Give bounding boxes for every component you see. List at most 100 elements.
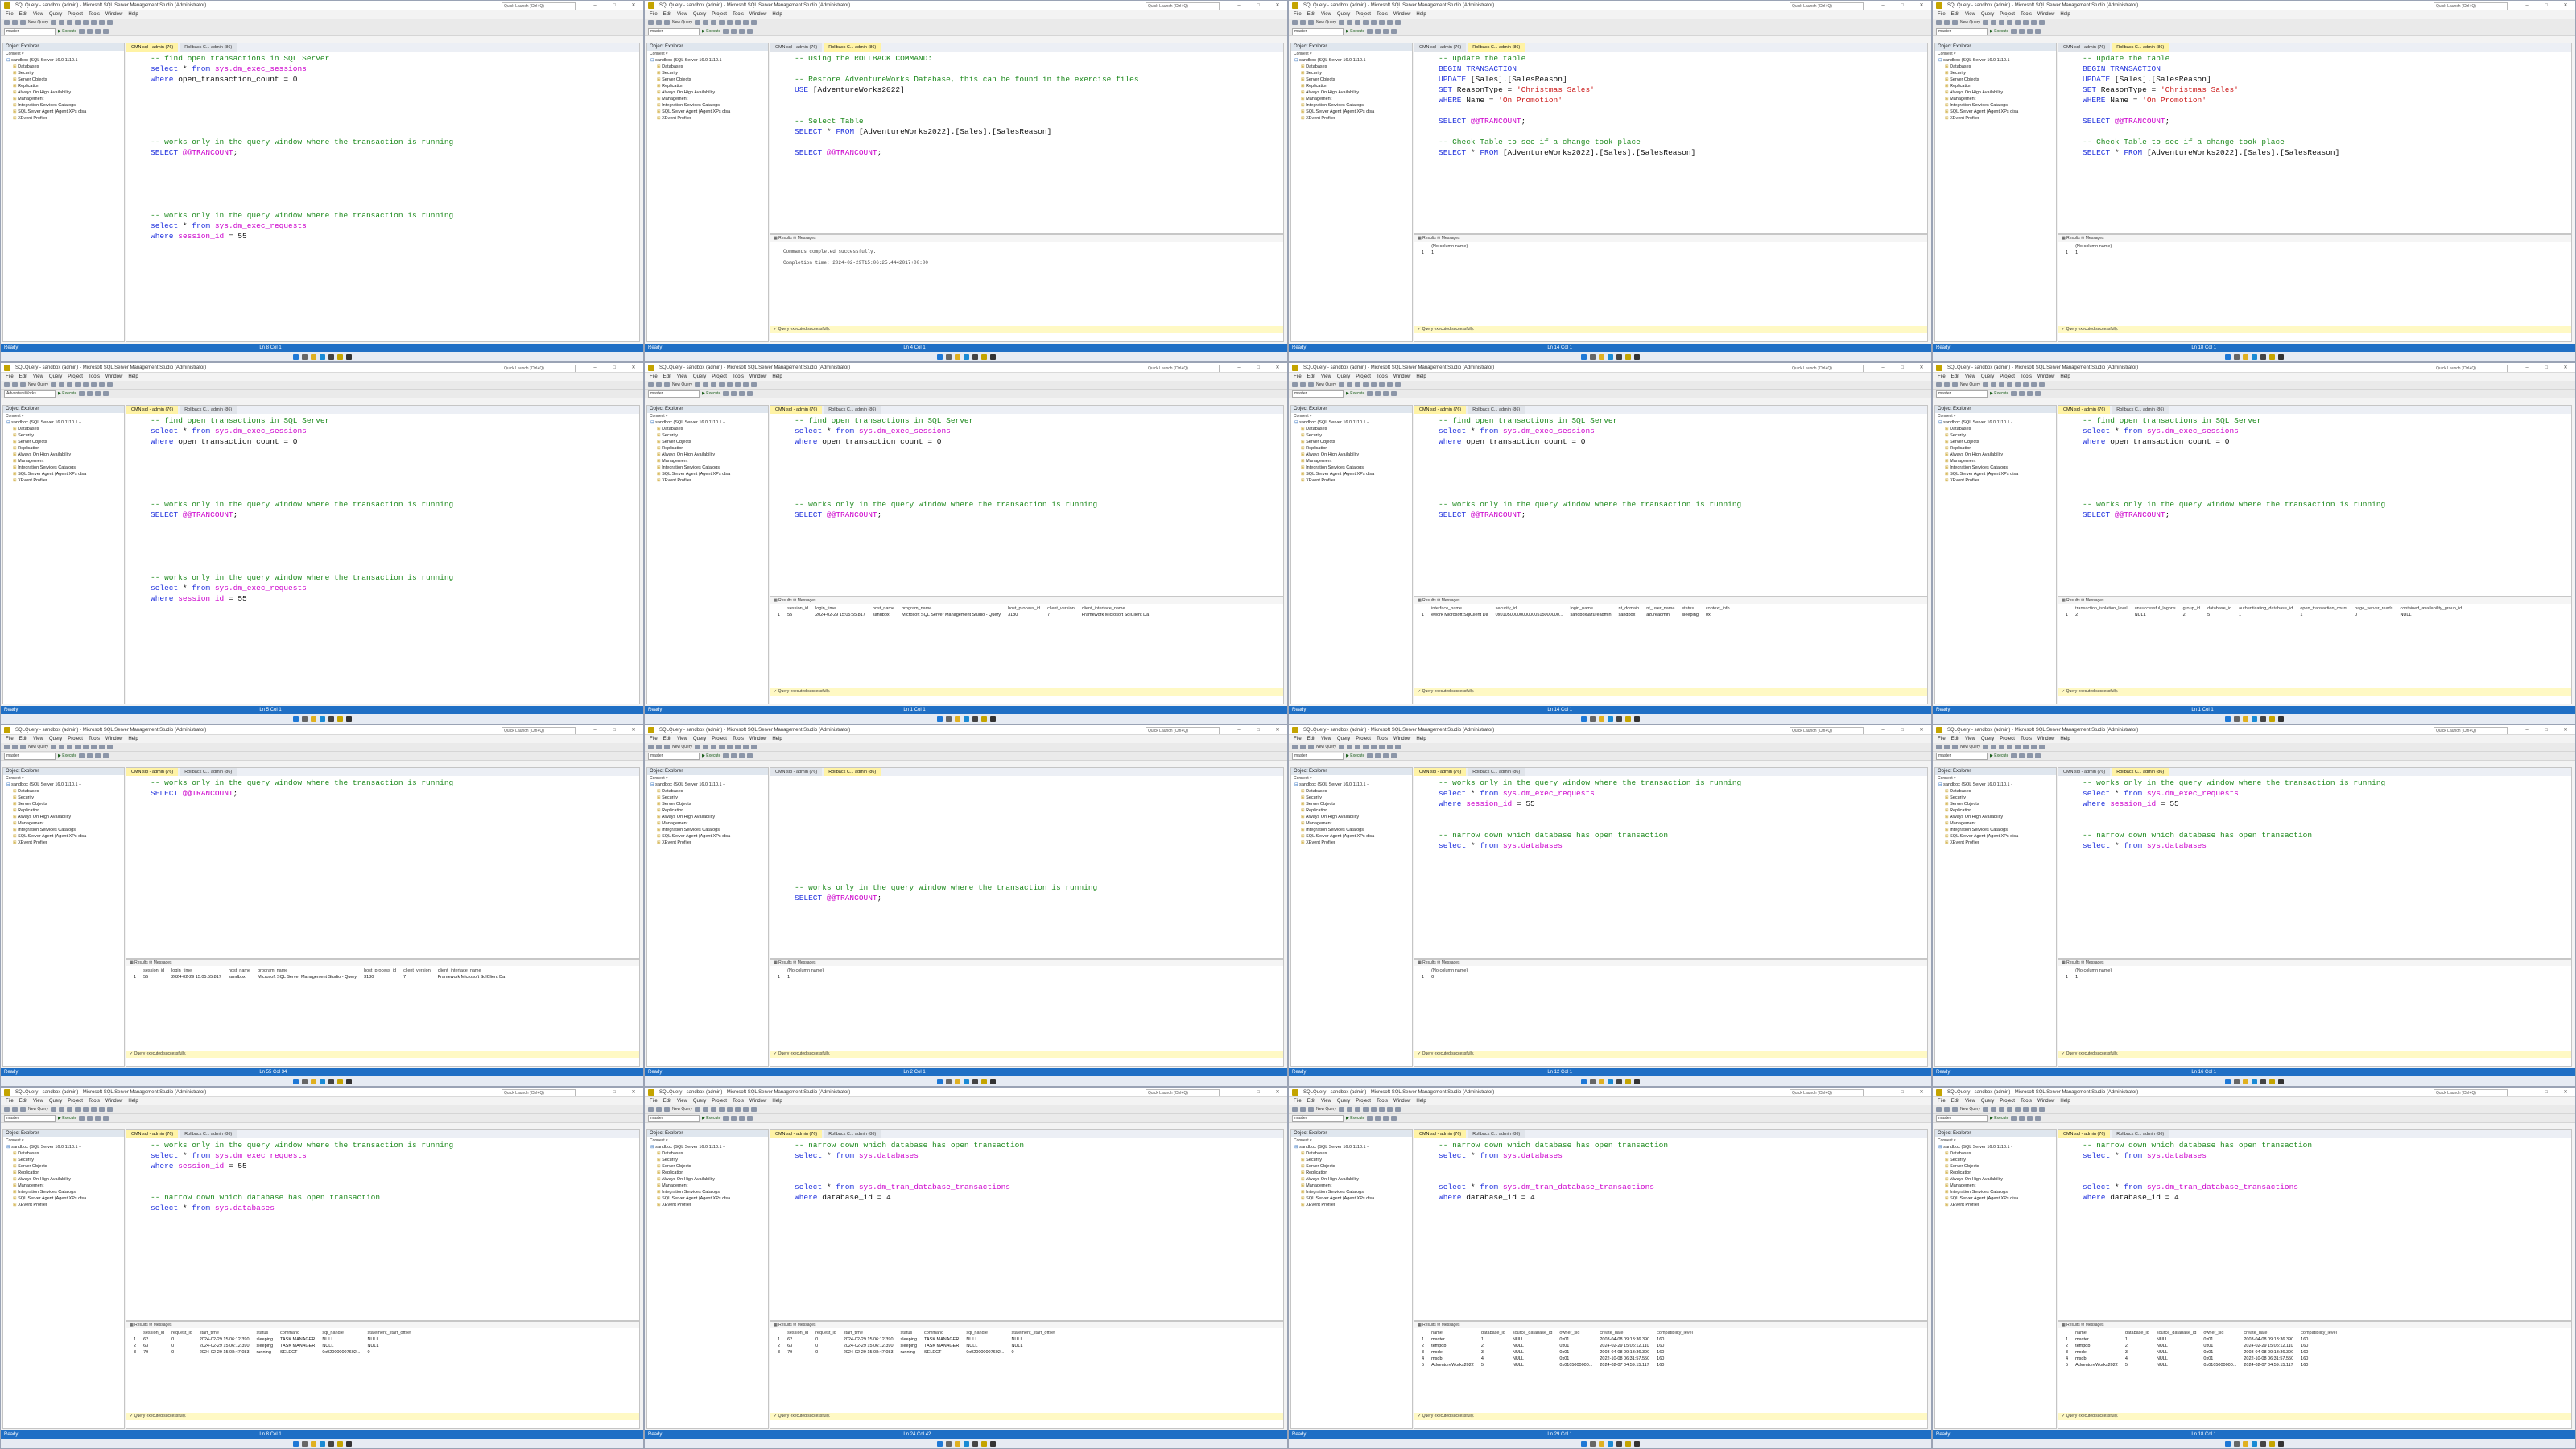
quick-launch-input[interactable]: Quick Launch (Ctrl+Q) xyxy=(1146,2,1220,10)
close-icon[interactable]: ✕ xyxy=(2556,1088,2575,1096)
tab-query1[interactable]: CMN.sql - admin (76) xyxy=(770,43,823,52)
comment-icon[interactable] xyxy=(1391,1116,1397,1121)
connect-button[interactable]: Connect ▾ xyxy=(3,413,124,419)
table-cell[interactable]: Framework Microsoft SqlClient Da xyxy=(1080,612,1154,618)
table-cell[interactable]: 63 xyxy=(785,1343,813,1349)
save-icon[interactable] xyxy=(1991,1107,1997,1112)
save-icon[interactable] xyxy=(1991,20,1997,25)
menu-query[interactable]: Query xyxy=(693,10,706,19)
menu-view[interactable]: View xyxy=(33,10,43,19)
parse-icon[interactable] xyxy=(1375,391,1381,396)
menu-window[interactable]: Window xyxy=(2037,735,2054,743)
stop-icon[interactable] xyxy=(79,29,85,34)
column-header[interactable]: status xyxy=(898,1330,923,1336)
parse-icon[interactable] xyxy=(1375,753,1381,758)
comment-icon[interactable] xyxy=(747,29,753,34)
tree-node[interactable]: ⊞ Integration Services Catalogs xyxy=(647,102,768,109)
quick-launch-input[interactable]: Quick Launch (Ctrl+Q) xyxy=(1790,727,1864,734)
forward-icon[interactable] xyxy=(1300,20,1306,25)
menu-project[interactable]: Project xyxy=(712,735,727,743)
redo-icon[interactable] xyxy=(1395,382,1402,387)
tree-node[interactable]: ⊞ Replication xyxy=(1935,445,2056,452)
new-query-button[interactable]: New Query xyxy=(1316,382,1336,387)
redo-icon[interactable] xyxy=(107,20,114,25)
paste-icon[interactable] xyxy=(2023,20,2029,25)
new-query-button[interactable]: New Query xyxy=(1960,382,1980,387)
menu-help[interactable]: Help xyxy=(1416,1097,1426,1105)
table-row[interactable]: 11 xyxy=(2063,974,2116,980)
tab-query2[interactable]: Rollback C... admin (86) xyxy=(824,43,881,52)
menu-window[interactable]: Window xyxy=(1393,1097,1410,1105)
table-cell[interactable]: 0x020000007602... xyxy=(964,1349,1009,1356)
save-icon[interactable] xyxy=(1347,382,1353,387)
menu-tools[interactable]: Tools xyxy=(1377,10,1388,19)
tree-node[interactable]: ⊞ Databases xyxy=(1291,788,1412,795)
menu-window[interactable]: Window xyxy=(2037,373,2054,381)
quick-launch-input[interactable]: Quick Launch (Ctrl+Q) xyxy=(502,2,576,10)
results-tabs[interactable]: ▦ Results ✉ Messages xyxy=(1414,960,1927,966)
menu-query[interactable]: Query xyxy=(49,373,62,381)
menu-file[interactable]: File xyxy=(1938,10,1946,19)
table-cell[interactable]: 0x01 xyxy=(2201,1349,2241,1356)
display-plan-icon[interactable] xyxy=(1383,391,1389,396)
explorer-icon[interactable] xyxy=(954,353,960,360)
menu-file[interactable]: File xyxy=(1938,1097,1946,1105)
menu-help[interactable]: Help xyxy=(2060,10,2070,19)
table-cell[interactable]: model xyxy=(2073,1349,2123,1356)
menu-project[interactable]: Project xyxy=(712,10,727,19)
search-icon[interactable] xyxy=(2233,353,2240,360)
table-cell[interactable]: 0 xyxy=(365,1349,415,1356)
ssms-icon[interactable] xyxy=(980,716,987,722)
maximize-icon[interactable]: □ xyxy=(1893,725,1912,734)
column-header[interactable]: statement_start_offset xyxy=(1009,1330,1059,1336)
execute-button[interactable]: ▶ Execute xyxy=(1346,391,1364,396)
new-query-button[interactable]: New Query xyxy=(1960,20,1980,25)
open-icon[interactable] xyxy=(51,20,57,25)
windows-icon[interactable] xyxy=(936,1078,943,1084)
table-row[interactable]: 1 62 0 2024-02-29 15:06:12.390 sleeping TASK … xyxy=(131,1336,416,1343)
execute-button[interactable]: ▶ Execute xyxy=(702,29,720,34)
open-icon[interactable] xyxy=(1339,382,1345,387)
cut-icon[interactable] xyxy=(1363,20,1369,25)
redo-icon[interactable] xyxy=(1395,1107,1402,1112)
store-icon[interactable] xyxy=(1616,1440,1622,1447)
column-header[interactable]: start_time xyxy=(197,1330,254,1336)
cut-icon[interactable] xyxy=(75,382,81,387)
tree-node[interactable]: ⊞ Integration Services Catalogs xyxy=(1935,102,2056,109)
tree-node[interactable]: ⊞ Databases xyxy=(647,426,768,432)
ssms-icon[interactable] xyxy=(1624,1440,1631,1447)
menu-window[interactable]: Window xyxy=(1393,10,1410,19)
display-plan-icon[interactable] xyxy=(2027,753,2033,758)
column-header[interactable]: security_id xyxy=(1493,605,1568,612)
minimize-icon[interactable]: – xyxy=(2517,1,2537,10)
menu-query[interactable]: Query xyxy=(1337,735,1350,743)
comment-icon[interactable] xyxy=(1391,753,1397,758)
undo-icon[interactable] xyxy=(1387,1107,1393,1112)
table-cell[interactable]: 3180 xyxy=(1005,612,1045,618)
forward-icon[interactable] xyxy=(1300,745,1306,749)
table-cell[interactable]: 2024-02-29 15:05:12.110 xyxy=(1597,1343,1654,1349)
column-header[interactable]: request_id xyxy=(813,1330,841,1336)
table-cell[interactable]: 79 xyxy=(141,1349,169,1356)
sql-code[interactable]: -- works only in the query window where … xyxy=(151,778,633,799)
ssms-icon[interactable] xyxy=(1624,1078,1631,1084)
forward-icon[interactable] xyxy=(656,20,662,25)
cut-icon[interactable] xyxy=(719,20,725,25)
menu-view[interactable]: View xyxy=(677,373,687,381)
undo-icon[interactable] xyxy=(743,1107,749,1112)
tree-node[interactable]: ⊞ Always On High Availability xyxy=(1291,452,1412,458)
connect-button[interactable]: Connect ▾ xyxy=(1291,51,1412,57)
table-row[interactable]: 4 msdb 4 NULL 0x01 2022-10-08 06:31:57.550 160 xyxy=(2063,1356,2342,1362)
table-cell[interactable]: 2024-02-29 15:08:47.083 xyxy=(197,1349,254,1356)
table-cell[interactable]: 55 xyxy=(785,612,813,618)
maximize-icon[interactable]: □ xyxy=(2537,1088,2556,1096)
menu-project[interactable]: Project xyxy=(712,373,727,381)
menu-help[interactable]: Help xyxy=(1416,735,1426,743)
menu-view[interactable]: View xyxy=(677,10,687,19)
column-header[interactable]: start_time xyxy=(841,1330,898,1336)
menu-file[interactable]: File xyxy=(1938,735,1946,743)
cut-icon[interactable] xyxy=(75,20,81,25)
tree-node[interactable]: ⊞ SQL Server Agent (Agent XPs disa xyxy=(3,471,124,477)
parse-icon[interactable] xyxy=(2019,391,2025,396)
explorer-icon[interactable] xyxy=(954,1078,960,1084)
